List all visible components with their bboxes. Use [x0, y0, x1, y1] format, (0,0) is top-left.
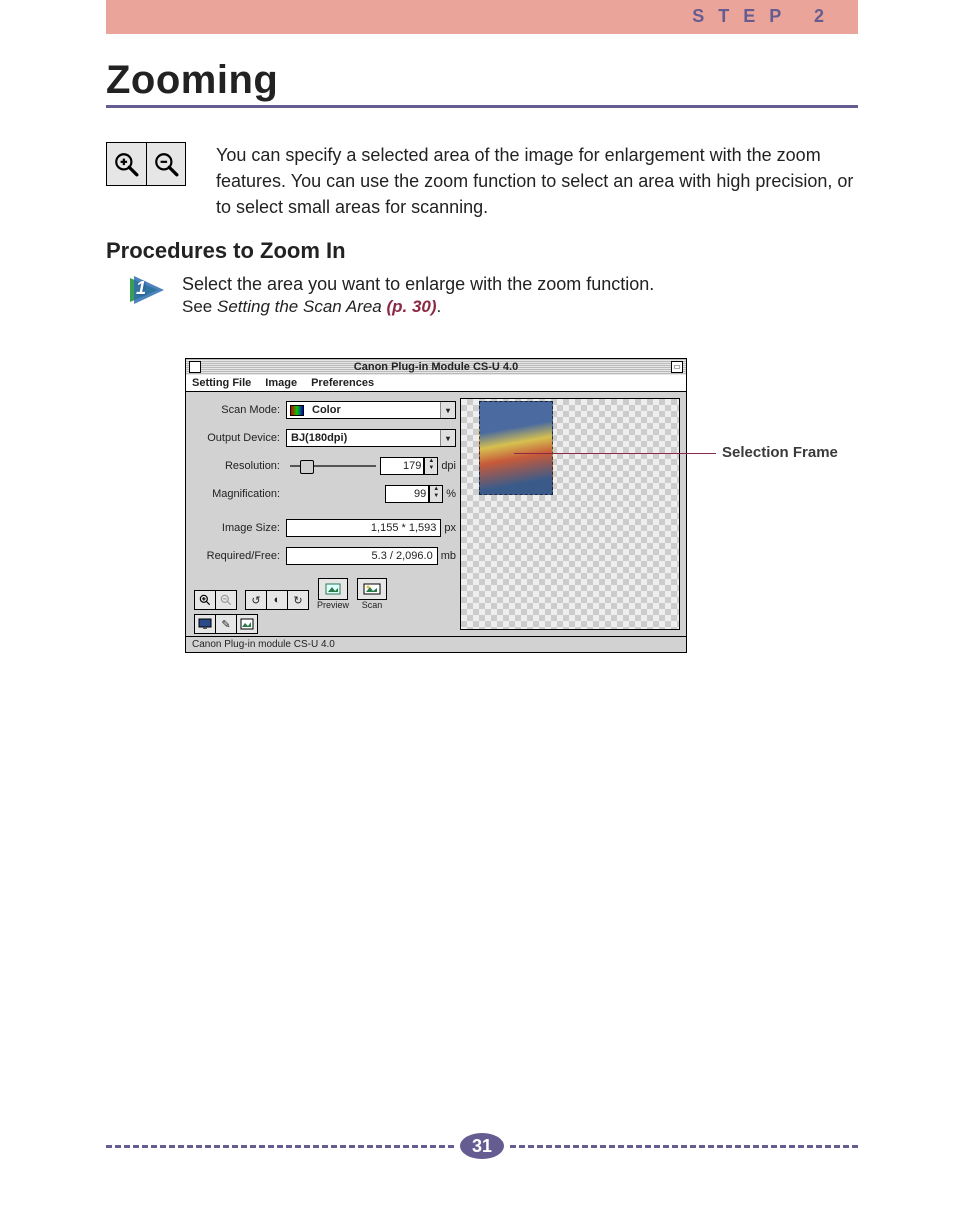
menu-preferences[interactable]: Preferences	[311, 377, 374, 389]
step-label: STEP 2	[692, 6, 838, 27]
chevron-updown-icon: ▾	[440, 430, 455, 446]
rotate-right-button[interactable]: ↻	[288, 591, 308, 609]
chevron-updown-icon: ▾	[440, 402, 455, 418]
required-free-label: Required/Free:	[194, 550, 286, 562]
preview-button[interactable]	[318, 578, 348, 600]
resolution-unit: dpi	[441, 460, 456, 472]
step-bullet-1: 1	[128, 274, 168, 310]
title-rule	[106, 105, 858, 108]
zoom-icons-graphic	[106, 142, 186, 186]
menu-image[interactable]: Image	[265, 377, 297, 389]
magnification-stepper[interactable]: ▲▼	[429, 485, 443, 503]
preview-label: Preview	[317, 600, 349, 610]
header-bar: STEP 2	[106, 0, 858, 34]
step-1-text: Select the area you want to enlarge with…	[182, 274, 858, 295]
callout-line	[514, 453, 716, 454]
callout-selection-frame: Selection Frame	[722, 444, 838, 461]
page-title: Zooming	[106, 58, 858, 103]
scan-mode-dropdown[interactable]: Color ▾	[286, 401, 456, 419]
image-size-unit: px	[444, 522, 456, 534]
resolution-slider[interactable]	[290, 465, 376, 467]
step-1-ref: Setting the Scan Area	[217, 297, 386, 316]
required-free-unit: mb	[441, 550, 456, 562]
color-swatch-icon	[290, 405, 304, 416]
preview-thumbnail	[479, 401, 553, 495]
scan-label: Scan	[362, 600, 383, 610]
rotate-left-button[interactable]: ↺	[246, 591, 267, 609]
zoom-in-button[interactable]	[195, 591, 216, 609]
wand-button[interactable]: ✎	[216, 615, 237, 633]
resolution-label: Resolution:	[194, 460, 286, 472]
resolution-value[interactable]: 179	[380, 457, 424, 475]
collapse-box-icon[interactable]: ▭	[671, 361, 683, 373]
step-1-period: .	[437, 297, 442, 316]
monitor-button[interactable]	[195, 615, 216, 633]
resolution-stepper[interactable]: ▲▼	[424, 457, 438, 475]
scan-mode-label: Scan Mode:	[194, 404, 286, 416]
footer-dash-right	[510, 1145, 858, 1148]
status-bar: Canon Plug-in module CS-U 4.0	[186, 636, 686, 652]
step-number: 1	[136, 278, 146, 299]
magnification-label: Magnification:	[194, 488, 286, 500]
step-1-page-link[interactable]: (p. 30)	[386, 297, 436, 316]
output-device-value: BJ(180dpi)	[287, 432, 347, 444]
window-title: Canon Plug-in Module CS-U 4.0	[186, 361, 686, 373]
contrast-button[interactable]: ◐	[267, 591, 288, 609]
step-1-see: See	[182, 297, 217, 316]
slider-thumb-icon[interactable]	[300, 460, 314, 474]
zoom-out-button[interactable]	[216, 591, 236, 609]
step-1-subtext: See Setting the Scan Area (p. 30).	[182, 297, 858, 317]
footer-dash-left	[106, 1145, 454, 1148]
magnification-value[interactable]: 99	[385, 485, 429, 503]
magnification-unit: %	[446, 488, 456, 500]
preview-canvas[interactable]	[460, 398, 680, 630]
scan-button[interactable]	[357, 578, 387, 600]
scanner-window: Canon Plug-in Module CS-U 4.0 ▭ Setting …	[185, 358, 687, 653]
zoom-in-icon	[107, 143, 147, 185]
scan-mode-value: Color	[308, 404, 341, 416]
close-box-icon[interactable]	[189, 361, 201, 373]
window-titlebar[interactable]: Canon Plug-in Module CS-U 4.0 ▭	[186, 359, 686, 375]
image-button[interactable]	[237, 615, 257, 633]
output-device-dropdown[interactable]: BJ(180dpi) ▾	[286, 429, 456, 447]
menu-setting-file[interactable]: Setting File	[192, 377, 251, 389]
output-device-label: Output Device:	[194, 432, 286, 444]
zoom-out-icon	[147, 143, 186, 185]
image-size-value: 1,155 * 1,593	[286, 519, 441, 537]
page-footer: 31	[106, 1132, 858, 1160]
intro-paragraph: You can specify a selected area of the i…	[216, 142, 858, 220]
required-free-value: 5.3 / 2,096.0	[286, 547, 438, 565]
page-number: 31	[460, 1133, 504, 1159]
image-size-label: Image Size:	[194, 522, 286, 534]
menubar: Setting File Image Preferences	[186, 375, 686, 392]
procedures-subheading: Procedures to Zoom In	[106, 238, 346, 264]
